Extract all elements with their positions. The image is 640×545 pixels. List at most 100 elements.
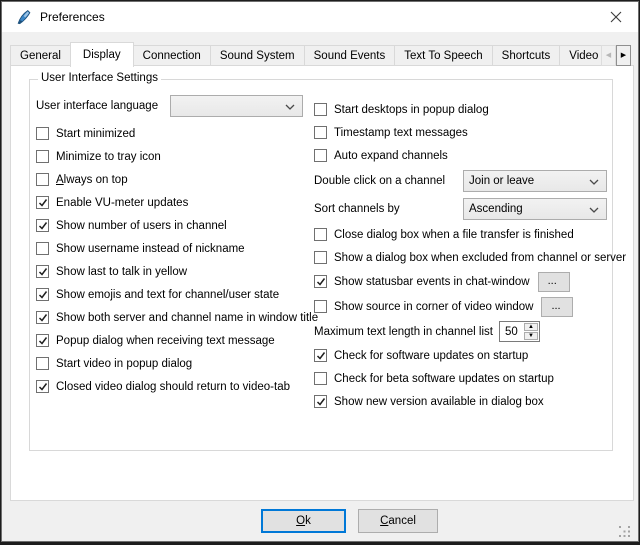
- spinbox-buttons: ▲ ▼: [523, 322, 539, 341]
- checkbox-row[interactable]: Minimize to tray icon: [36, 145, 303, 168]
- checkbox[interactable]: [314, 300, 327, 313]
- checkbox-row[interactable]: Popup dialog when receiving text message: [36, 329, 303, 352]
- groupbox-title: User Interface Settings: [38, 72, 161, 84]
- checkbox[interactable]: [36, 219, 49, 232]
- checkbox-label: Start video in popup dialog: [56, 358, 192, 370]
- language-dropdown[interactable]: [170, 95, 303, 117]
- sort-channels-label: Sort channels by: [314, 203, 400, 215]
- checkbox[interactable]: [314, 349, 327, 362]
- tab-shortcuts[interactable]: Shortcuts: [492, 45, 561, 66]
- tab-label: Sound Events: [314, 50, 386, 62]
- checkmark-icon: [38, 382, 48, 392]
- checkbox[interactable]: [314, 372, 327, 385]
- sort-channels-value: Ascending: [469, 203, 523, 215]
- checkbox[interactable]: [314, 275, 327, 288]
- checkbox-label: Show number of users in channel: [56, 220, 227, 232]
- ok-button[interactable]: Ok: [261, 509, 346, 533]
- checkbox[interactable]: [314, 395, 327, 408]
- checkbox-row[interactable]: Enable VU-meter updates: [36, 191, 303, 214]
- tab-display[interactable]: Display: [70, 42, 134, 67]
- tab-label: Video: [569, 50, 598, 62]
- checkbox-label: Enable VU-meter updates: [56, 197, 188, 209]
- checkbox-row[interactable]: Close dialog box when a file transfer is…: [314, 223, 607, 246]
- tab-general[interactable]: General: [10, 45, 71, 66]
- resize-grip-icon[interactable]: [619, 526, 631, 538]
- checkbox[interactable]: [36, 127, 49, 140]
- checkmark-icon: [38, 313, 48, 323]
- tab-scroll-right-button[interactable]: ▶: [616, 45, 631, 66]
- checkbox-row[interactable]: Start video in popup dialog: [36, 352, 303, 375]
- max-text-length-row: Maximum text length in channel list 50 ▲…: [314, 319, 607, 344]
- statusbar-events-browse-button[interactable]: ...: [538, 272, 570, 292]
- checkbox[interactable]: [36, 380, 49, 393]
- checkbox-row[interactable]: Show emojis and text for channel/user st…: [36, 283, 303, 306]
- checkbox[interactable]: [36, 334, 49, 347]
- checkbox[interactable]: [36, 288, 49, 301]
- checkbox-label: Show both server and channel name in win…: [56, 312, 318, 324]
- spin-down-button[interactable]: ▼: [524, 332, 538, 340]
- arrow-up-icon: ▲: [528, 324, 534, 330]
- checkbox-row[interactable]: Show new version available in dialog box: [314, 390, 607, 413]
- checkmark-icon: [38, 221, 48, 231]
- checkbox-row[interactable]: Check for software updates on startup: [314, 344, 607, 367]
- checkbox-row[interactable]: Show a dialog box when excluded from cha…: [314, 246, 607, 269]
- double-click-label: Double click on a channel: [314, 175, 445, 187]
- arrow-right-icon: ▶: [621, 52, 626, 59]
- checkbox[interactable]: [36, 265, 49, 278]
- checkbox-row[interactable]: Show both server and channel name in win…: [36, 306, 303, 329]
- checkbox-label: Auto expand channels: [334, 150, 448, 162]
- spin-up-button[interactable]: ▲: [524, 323, 538, 331]
- chevron-down-icon: [589, 207, 599, 213]
- right-column: Start desktops in popup dialog Timestamp…: [314, 98, 607, 413]
- sort-channels-dropdown[interactable]: Ascending: [463, 198, 607, 220]
- checkbox-label: Show a dialog box when excluded from cha…: [334, 252, 626, 264]
- tab-scroll-left-button[interactable]: ◀: [601, 45, 616, 66]
- tab-connection[interactable]: Connection: [133, 45, 211, 66]
- double-click-dropdown[interactable]: Join or leave: [463, 170, 607, 192]
- checkbox-label: Show last to talk in yellow: [56, 266, 187, 278]
- tab-text-to-speech[interactable]: Text To Speech: [394, 45, 492, 66]
- video-source-browse-button[interactable]: ...: [541, 297, 573, 317]
- cancel-button[interactable]: Cancel: [358, 509, 438, 533]
- checkbox-label: Check for software updates on startup: [334, 350, 528, 362]
- checkbox-row[interactable]: Auto expand channels: [314, 144, 607, 167]
- tab-label: Shortcuts: [502, 50, 551, 62]
- checkbox-row[interactable]: Check for beta software updates on start…: [314, 367, 607, 390]
- checkbox[interactable]: [36, 357, 49, 370]
- checkbox-row[interactable]: Show username instead of nickname: [36, 237, 303, 260]
- checkbox[interactable]: [314, 149, 327, 162]
- spinbox-value[interactable]: 50: [500, 322, 523, 341]
- checkbox-label: Start desktops in popup dialog: [334, 104, 489, 116]
- checkbox-row[interactable]: Show last to talk in yellow: [36, 260, 303, 283]
- checkbox[interactable]: [314, 103, 327, 116]
- checkbox-row[interactable]: Timestamp text messages: [314, 121, 607, 144]
- video-source-row[interactable]: Show source in corner of video window ..…: [314, 294, 607, 319]
- checkbox-row[interactable]: Start minimized: [36, 122, 303, 145]
- titlebar: Preferences: [2, 2, 638, 32]
- checkbox[interactable]: [36, 196, 49, 209]
- checkbox[interactable]: [314, 126, 327, 139]
- checkmark-icon: [38, 198, 48, 208]
- checkbox-label: Close dialog box when a file transfer is…: [334, 229, 574, 241]
- close-icon: [610, 11, 622, 23]
- checkbox-row[interactable]: Show number of users in channel: [36, 214, 303, 237]
- checkbox[interactable]: [314, 251, 327, 264]
- tab-sound-system[interactable]: Sound System: [210, 45, 305, 66]
- checkbox[interactable]: [36, 150, 49, 163]
- max-text-length-label: Maximum text length in channel list: [314, 326, 493, 338]
- checkbox-row[interactable]: Always on top: [36, 168, 303, 191]
- checkbox-label: Show emojis and text for channel/user st…: [56, 289, 279, 301]
- language-label: User interface language: [36, 100, 158, 112]
- checkbox[interactable]: [36, 311, 49, 324]
- checkbox[interactable]: [36, 242, 49, 255]
- tab-scroll-buttons: ◀ ▶: [601, 45, 631, 66]
- checkbox-row[interactable]: Closed video dialog should return to vid…: [36, 375, 303, 398]
- checkbox[interactable]: [36, 173, 49, 186]
- checkbox[interactable]: [314, 228, 327, 241]
- max-text-length-spinbox: 50 ▲ ▼: [499, 321, 540, 342]
- checkbox-row[interactable]: Start desktops in popup dialog: [314, 98, 607, 121]
- tab-sound-events[interactable]: Sound Events: [304, 45, 396, 66]
- statusbar-events-row[interactable]: Show statusbar events in chat-window ...: [314, 269, 607, 294]
- checkmark-icon: [38, 336, 48, 346]
- close-button[interactable]: [593, 2, 638, 32]
